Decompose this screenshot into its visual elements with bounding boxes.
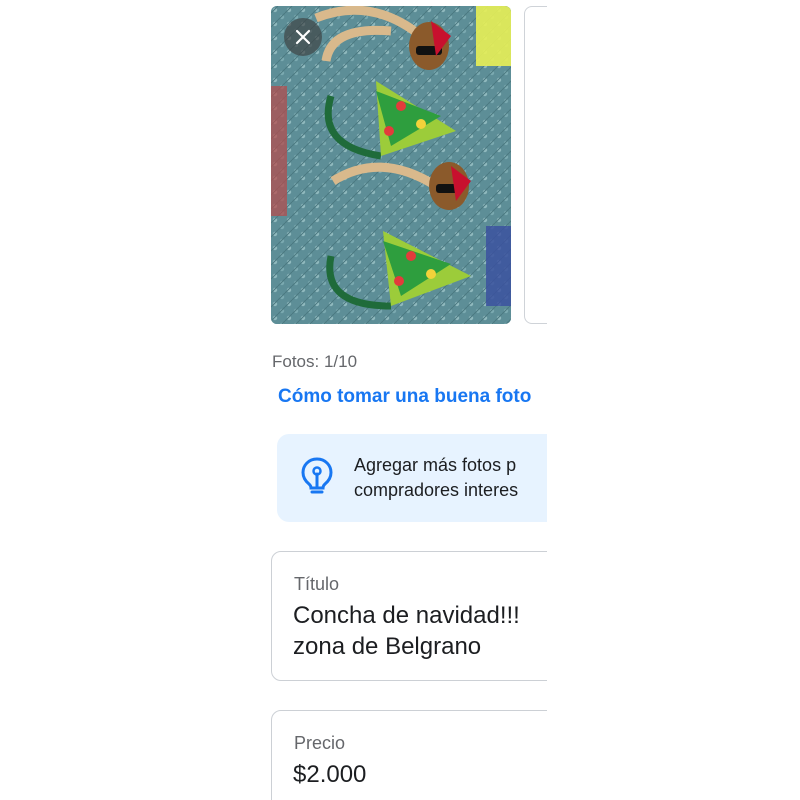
remove-photo-button[interactable] [284, 18, 322, 56]
tip-text: Agregar más fotos p compradores interes [354, 453, 518, 503]
lightbulb-icon [301, 457, 333, 494]
price-field-label: Precio [294, 733, 346, 753]
title-field-value[interactable]: Concha de navidad!!! zona de Belgrano [293, 600, 520, 662]
close-icon [295, 29, 311, 45]
add-photo-slot[interactable] [524, 6, 547, 324]
price-field[interactable]: Precio $2.000 [271, 710, 547, 800]
photo-tips-link[interactable]: Cómo tomar una buena foto [278, 386, 531, 408]
title-field-label: Título [294, 574, 340, 594]
photo-tip-banner: Agregar más fotos p compradores interes [277, 434, 547, 522]
tip-text-line2: compradores interes [354, 480, 519, 500]
screen-content: Fotos: 1/10 Cómo tomar una buena foto Ag… [0, 0, 547, 800]
price-field-value[interactable]: $2.000 [293, 759, 366, 790]
photo-count: Fotos: 1/10 [272, 352, 358, 371]
tip-text-line1: Agregar más fotos p [354, 455, 517, 475]
title-field[interactable]: Título Concha de navidad!!! zona de Belg… [271, 551, 547, 681]
title-value-line2: zona de Belgrano [293, 633, 482, 660]
title-value-line1: Concha de navidad!!! [293, 602, 520, 629]
